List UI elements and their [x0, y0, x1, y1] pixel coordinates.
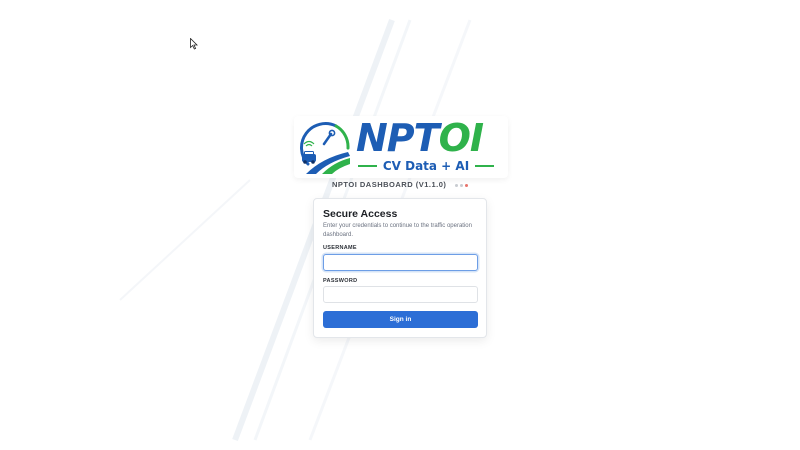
dashboard-version-label: NPTOI DASHBOARD (V1.1.0)	[0, 180, 800, 190]
app-logo: NPT OI CV Data + AI	[294, 116, 508, 178]
sign-in-button[interactable]: Sign in	[323, 311, 478, 328]
login-card: Secure Access Enter your credentials to …	[313, 198, 487, 338]
status-dot	[464, 184, 468, 188]
username-input[interactable]	[323, 254, 478, 271]
status-dot	[454, 184, 458, 188]
login-subtitle: Enter your credentials to continue to th…	[323, 223, 472, 238]
logo-tagline: CV Data + AI	[358, 158, 495, 174]
logo-wordmark-part-b: OI	[438, 116, 484, 160]
mouse-cursor-icon	[190, 38, 198, 50]
logo-wordmark-part-a: NPT	[356, 116, 440, 160]
password-label: PASSWORD	[323, 278, 358, 284]
tagline-divider-right	[475, 165, 495, 167]
login-title: Secure Access	[323, 208, 398, 220]
password-input[interactable]	[323, 286, 478, 303]
tagline-divider-left	[358, 165, 377, 167]
logo-tagline-text: CV Data + AI	[382, 159, 470, 173]
status-dots	[453, 181, 468, 190]
logo-wordmark: NPT OI	[356, 116, 484, 160]
username-label: USERNAME	[323, 245, 357, 251]
dashboard-version-text: NPTOI DASHBOARD (V1.1.0)	[332, 180, 447, 189]
status-dot	[459, 184, 463, 188]
speedometer-road-car-icon	[300, 122, 350, 174]
